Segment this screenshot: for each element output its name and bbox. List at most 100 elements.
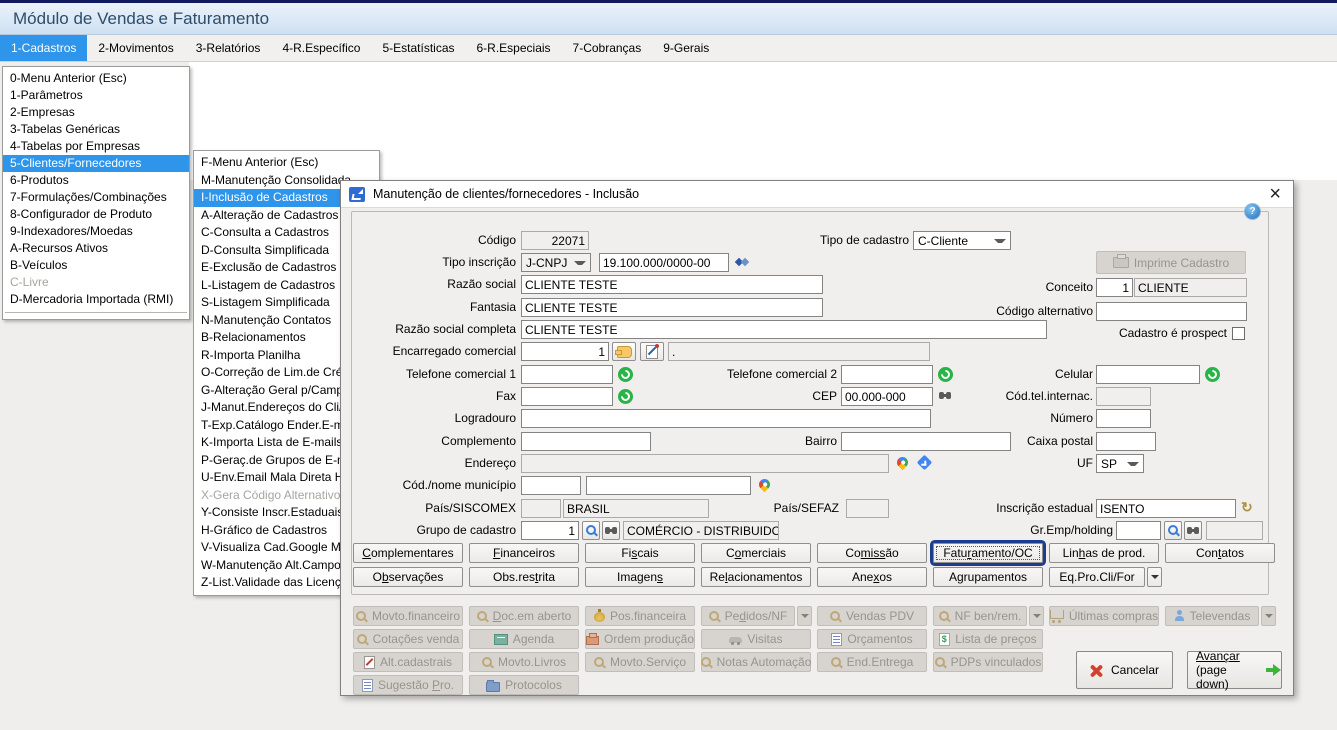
televendas-dropdown-button[interactable] [1261, 606, 1276, 626]
menu1-item-empresas[interactable]: 2-Empresas [3, 104, 189, 121]
menu1-item-mercadoria-importada[interactable]: D-Mercadoria Importada (RMI) [3, 291, 189, 308]
encarregado-pick-button[interactable] [612, 342, 636, 361]
menu1-item-menu-anterior[interactable]: 0-Menu Anterior (Esc) [3, 70, 189, 87]
whatsapp-icon-celular[interactable] [1205, 367, 1220, 382]
menu1-item-veiculos[interactable]: B-Veículos [3, 257, 189, 274]
tipo-cadastro-select[interactable]: C-Cliente [913, 231, 1011, 250]
tab-complementares[interactable]: Complementares [353, 543, 463, 563]
whatsapp-icon-fax[interactable] [618, 389, 633, 404]
ultimas-compras-button[interactable]: Últimas compras [1049, 606, 1159, 626]
gremp-search-button[interactable] [1164, 521, 1182, 540]
tab-comissao[interactable]: Comissão [817, 543, 927, 563]
menu1-item-produtos[interactable]: 6-Produtos [3, 172, 189, 189]
receita-federal-icon[interactable] [736, 256, 749, 268]
menu-tab-cadastros[interactable]: 1-Cadastros [0, 35, 87, 61]
grupo-search-button[interactable] [582, 521, 600, 540]
ordem-producao-button[interactable]: Ordem produção [585, 629, 695, 649]
menu-tab-relatorios[interactable]: 3-Relatórios [185, 35, 272, 61]
close-icon[interactable] [1269, 184, 1281, 204]
tab-linhas-de-prod[interactable]: Linhas de prod. [1049, 543, 1159, 563]
menu-tab-r-especifico[interactable]: 4-R.Específico [271, 35, 371, 61]
menu1-item-indexadores[interactable]: 9-Indexadores/Moedas [3, 223, 189, 240]
menu1-item-tabelas-genericas[interactable]: 3-Tabelas Genéricas [3, 121, 189, 138]
pedidos-nf-dropdown-button[interactable] [797, 606, 812, 626]
gremp-binoculars-button[interactable] [1184, 521, 1202, 540]
pdps-vinculados-button[interactable]: PDPs vinculados [933, 652, 1043, 672]
menu1-item-configurador[interactable]: 8-Configurador de Produto [3, 206, 189, 223]
razao-social-field[interactable]: CLIENTE TESTE [521, 275, 823, 294]
conceito-num-field[interactable]: 1 [1096, 278, 1133, 297]
televendas-button[interactable]: Televendas [1165, 606, 1259, 626]
prospect-checkbox[interactable] [1232, 327, 1245, 340]
help-icon[interactable] [1244, 203, 1261, 220]
tab-anexos[interactable]: Anexos [817, 567, 927, 587]
municipio-nome-field[interactable] [586, 476, 751, 495]
alt-cadastrais-button[interactable]: Alt.cadastrais [353, 652, 463, 672]
tab-imagens[interactable]: Imagens [585, 567, 695, 587]
tab-contatos[interactable]: Contatos [1165, 543, 1275, 563]
pos-financeira-button[interactable]: Pos.financeira [585, 606, 695, 626]
tab-agrupamentos[interactable]: Agrupamentos [933, 567, 1043, 587]
inscricao-estadual-field[interactable]: ISENTO [1096, 499, 1236, 518]
menu-tab-estatisticas[interactable]: 5-Estatísticas [371, 35, 465, 61]
tab-financeiros[interactable]: Financeiros [469, 543, 579, 563]
avancar-button[interactable]: Avançar(page down) [1187, 651, 1282, 689]
cnpj-field[interactable]: 19.100.000/0000-00 [599, 253, 729, 272]
tipo-inscricao-select[interactable]: J-CNPJ [521, 253, 591, 272]
tab-obs-restrita[interactable]: Obs.restrita [469, 567, 579, 587]
nf-ben-rem-button[interactable]: NF ben/rem. [933, 606, 1027, 626]
menu1-item-formulacoes[interactable]: 7-Formulações/Combinações [3, 189, 189, 206]
eq-pro-dropdown-button[interactable] [1147, 567, 1162, 587]
menu-tab-gerais[interactable]: 9-Gerais [652, 35, 720, 61]
tab-comerciais[interactable]: Comerciais [701, 543, 811, 563]
agenda-button[interactable]: Agenda [469, 629, 579, 649]
movto-livros-button[interactable]: Movto.Livros [469, 652, 579, 672]
whatsapp-icon-tel1[interactable] [618, 367, 633, 382]
nf-ben-rem-dropdown-button[interactable] [1029, 606, 1044, 626]
cep-field[interactable]: 00.000-000 [841, 387, 933, 406]
cotacoes-venda-button[interactable]: Cotações venda [353, 629, 463, 649]
sync-icon[interactable] [1241, 500, 1255, 514]
doc-em-aberto-button[interactable]: Doc.em aberto [469, 606, 579, 626]
grupo-num-field[interactable]: 1 [521, 521, 579, 540]
tel2-field[interactable] [841, 365, 933, 384]
numero-field[interactable] [1096, 409, 1151, 428]
orcamentos-button[interactable]: Orçamentos [817, 629, 927, 649]
protocolos-button[interactable]: Protocolos [469, 675, 579, 695]
razao-completa-field[interactable]: CLIENTE TESTE [521, 320, 1047, 339]
gremp-num-field[interactable] [1116, 521, 1161, 540]
end-entrega-button[interactable]: End.Entrega [817, 652, 927, 672]
movto-financeiro-button[interactable]: Movto.financeiro [353, 606, 463, 626]
fantasia-field[interactable]: CLIENTE TESTE [521, 298, 823, 317]
encarregado-num-field[interactable]: 1 [521, 342, 609, 361]
menu1-item-clientes-fornecedores[interactable]: 5-Clientes/Fornecedores [3, 155, 189, 172]
encarregado-edit-button[interactable] [640, 342, 664, 361]
codigo-alternativo-field[interactable] [1096, 302, 1247, 321]
vendas-pdv-button[interactable]: Vendas PDV [817, 606, 927, 626]
menu1-item-parametros[interactable]: 1-Parâmetros [3, 87, 189, 104]
fax-field[interactable] [521, 387, 613, 406]
tab-fiscais[interactable]: Fiscais [585, 543, 695, 563]
pedidos-nf-button[interactable]: Pedidos/NF [701, 606, 795, 626]
menu1-item-tabelas-empresas[interactable]: 4-Tabelas por Empresas [3, 138, 189, 155]
tab-eq-pro-cli-for[interactable]: Eq.Pro.Cli/For [1049, 567, 1145, 587]
menu1-item-recursos-ativos[interactable]: A-Recursos Ativos [3, 240, 189, 257]
tab-observacoes[interactable]: Observações [353, 567, 463, 587]
menu-tab-r-especiais[interactable]: 6-R.Especiais [466, 35, 562, 61]
lista-de-precos-button[interactable]: Lista de preços [933, 629, 1043, 649]
complemento-field[interactable] [521, 432, 651, 451]
menu2-item-menu-anterior[interactable]: F-Menu Anterior (Esc) [194, 154, 379, 172]
caixa-postal-field[interactable] [1096, 432, 1156, 451]
uf-select[interactable]: SP [1096, 454, 1144, 473]
notas-automacao-button[interactable]: Notas Automação [701, 652, 811, 672]
municipio-cod-field[interactable] [521, 476, 581, 495]
menu-tab-cobrancas[interactable]: 7-Cobranças [562, 35, 653, 61]
tab-faturamento-oc[interactable]: Faturamento/OC [933, 543, 1043, 563]
logradouro-field[interactable] [521, 409, 931, 428]
movto-servico-button[interactable]: Movto.Serviço [585, 652, 695, 672]
grupo-binoculars-button[interactable] [602, 521, 620, 540]
imprime-cadastro-button[interactable]: Imprime Cadastro [1096, 251, 1246, 274]
tab-relacionamentos[interactable]: Relacionamentos [701, 567, 811, 587]
tel1-field[interactable] [521, 365, 613, 384]
menu-tab-movimentos[interactable]: 2-Movimentos [87, 35, 184, 61]
